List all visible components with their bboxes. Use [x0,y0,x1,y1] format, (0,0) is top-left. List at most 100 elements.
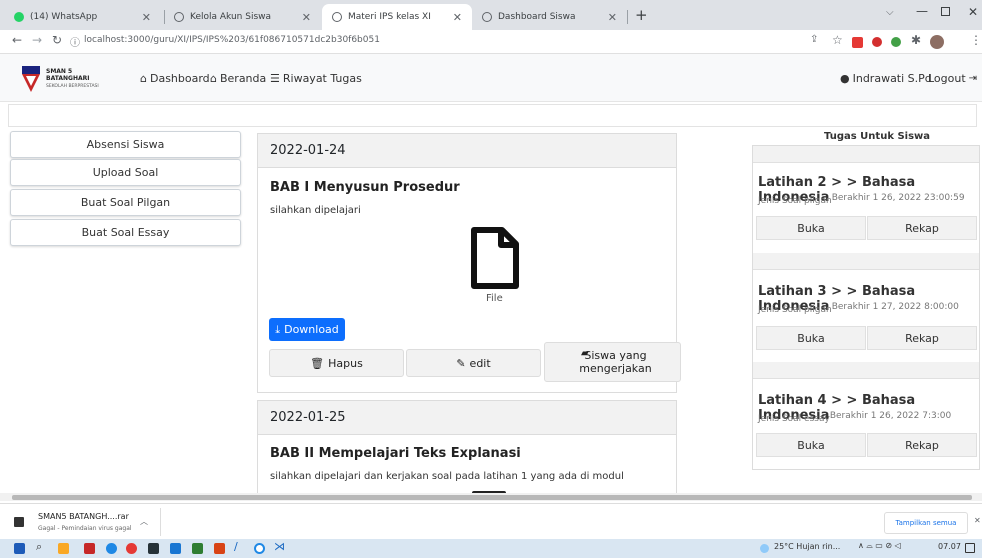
folder-open-icon: ▰ [581,348,589,359]
extension-pdf-icon[interactable] [852,37,863,48]
user-menu[interactable]: ● Indrawati S.Pd [840,72,932,85]
star-icon[interactable]: ☆ [832,33,843,47]
delete-button[interactable]: 🗑 Hapus [269,349,404,377]
sidebar-item-buat-soal-pilgan[interactable]: Buat Soal Pilgan [10,189,241,216]
download-file-name[interactable]: SMAN5 BATANGH....rar [38,512,129,521]
sidebar-item-label: Absensi Siswa [86,138,165,151]
recap-task-button[interactable]: Rekap [867,216,977,240]
edit-icon: ✎ [456,356,466,370]
tab-materi-ips[interactable]: Materi IPS kelas XI ✕ [322,4,472,30]
home-icon: ⌂ [210,72,217,85]
close-icon[interactable]: ✕ [453,11,462,24]
download-icon: ⤓ [275,322,281,336]
students-button[interactable]: ▰ Siswa yang mengerjakan [544,342,681,382]
extension-green-icon[interactable] [891,37,901,47]
info-icon[interactable]: ⓘ [70,34,80,49]
extension-red-icon[interactable] [872,37,882,47]
task-type: Jenis Soal pilgan [758,305,832,315]
file-label: File [486,293,503,304]
menu-kebab-icon[interactable]: ⋮ [970,33,982,47]
windows-start-icon[interactable] [14,543,25,554]
close-icon[interactable]: ✕ [302,11,311,24]
extensions-puzzle-icon[interactable]: ✱ [911,33,921,47]
download-button[interactable]: ⤓ Download [269,318,345,341]
task-separator [753,253,979,270]
profile-avatar-icon[interactable] [930,35,944,49]
app-circle-icon[interactable] [254,543,265,554]
close-shelf-icon[interactable]: ✕ [974,516,981,525]
url-text[interactable]: localhost:3000/guru/XI/IPS/IPS%203/61f08… [84,35,380,45]
explorer-icon[interactable] [58,543,69,554]
new-tab-icon[interactable]: + [635,6,648,24]
tab-dashboard-siswa[interactable]: Dashboard Siswa ✕ [472,4,627,30]
download-shelf: SMAN5 BATANGH....rar Gagal - Pemindaian … [0,503,982,539]
close-icon[interactable]: ✕ [608,11,617,24]
tab-kelola-akun[interactable]: Kelola Akun Siswa ✕ [164,4,321,30]
app-dark-icon[interactable] [148,543,159,554]
search-icon[interactable]: ⌕ [36,540,42,554]
tab-whatsapp[interactable]: (14) WhatsApp ✕ [4,4,161,30]
download-divider [160,508,161,536]
sidebar-item-label: Buat Soal Pilgan [80,196,171,209]
logout-link[interactable]: Logout ⇥ [928,72,977,85]
close-icon[interactable]: ✕ [142,11,151,24]
task-meta: Jenis Soal pilganBerakhir 1 27, 2022 8:0… [758,302,959,315]
excel-icon[interactable] [192,543,203,554]
minimize-icon[interactable]: — [916,4,928,18]
system-tray-icons[interactable]: ∧ ⌓ ▭ ⊘ ◁ [858,541,901,551]
open-task-button[interactable]: Buka [756,326,866,350]
chrome-icon[interactable] [126,543,137,554]
chevron-up-icon[interactable]: ︿ [140,516,148,527]
reload-icon[interactable]: ↻ [52,33,62,47]
back-icon[interactable]: ← [12,33,22,47]
share-icon[interactable]: ⇪ [810,34,818,45]
tab-label: Materi IPS kelas XI [348,12,431,22]
sidebar-item-upload-soal[interactable]: Upload Soal [10,159,241,186]
address-bar: ← → ↻ ⓘ localhost:3000/guru/XI/IPS/IPS%2… [0,30,982,54]
sidebar-item-buat-soal-essay[interactable]: Buat Soal Essay [10,219,241,246]
open-task-button[interactable]: Buka [756,216,866,240]
show-all-downloads-button[interactable]: Tampilkan semua [884,512,968,534]
open-label: Buka [797,331,825,345]
task-deadline: Berakhir 1 26, 2022 23:00:59 [831,193,965,203]
recap-task-button[interactable]: Rekap [867,326,977,350]
tab-label: Kelola Akun Siswa [190,12,272,22]
pen-icon[interactable]: ∕ [234,540,238,553]
globe-icon [174,12,184,22]
nav-dashboard[interactable]: ⌂ Dashboard [140,72,210,85]
edit-button[interactable]: ✎ edit [406,349,541,377]
forward-icon[interactable]: → [32,33,42,47]
nav-beranda[interactable]: ⌂ Beranda [210,72,266,85]
empty-banner [8,104,977,127]
app-blue-icon[interactable] [170,543,181,554]
edge-icon[interactable] [106,543,117,554]
open-task-button[interactable]: Buka [756,433,866,457]
user-circle-icon: ● [840,72,850,85]
clock-time[interactable]: 07.07 [938,542,961,551]
archive-file-icon [14,517,24,527]
logout-icon: ⇥ [968,73,978,84]
scrollbar-thumb[interactable] [12,495,972,500]
weather-text[interactable]: 25°C Hujan rin... [774,542,840,551]
vscode-icon[interactable]: ⋊ [274,540,285,553]
sidebar-item-absensi-siswa[interactable]: Absensi Siswa [10,131,241,158]
task-type: Jenis Soal essay [758,414,830,424]
material-date: 2022-01-24 [258,134,676,168]
close-window-icon[interactable]: ✕ [968,5,978,19]
trash-icon: 🗑 [310,356,325,370]
list-icon: ☰ [270,72,280,85]
recap-task-button[interactable]: Rekap [867,433,977,457]
app-red-icon[interactable] [84,543,95,554]
school-logo[interactable] [22,66,40,92]
maximize-icon[interactable] [941,7,950,16]
material-date: 2022-01-25 [258,401,676,435]
notification-icon[interactable] [965,543,975,553]
nav-riwayat-tugas[interactable]: ☰ Riwayat Tugas [270,72,362,85]
powerpoint-icon[interactable] [214,543,225,554]
delete-label: Hapus [328,356,363,370]
nav-label: Beranda [219,72,267,85]
task-type: Jenis Soal pilgan [758,196,832,206]
file-icon[interactable] [470,226,520,293]
chevron-down-icon[interactable]: ⌵ [886,7,894,18]
weather-icon [760,544,769,553]
